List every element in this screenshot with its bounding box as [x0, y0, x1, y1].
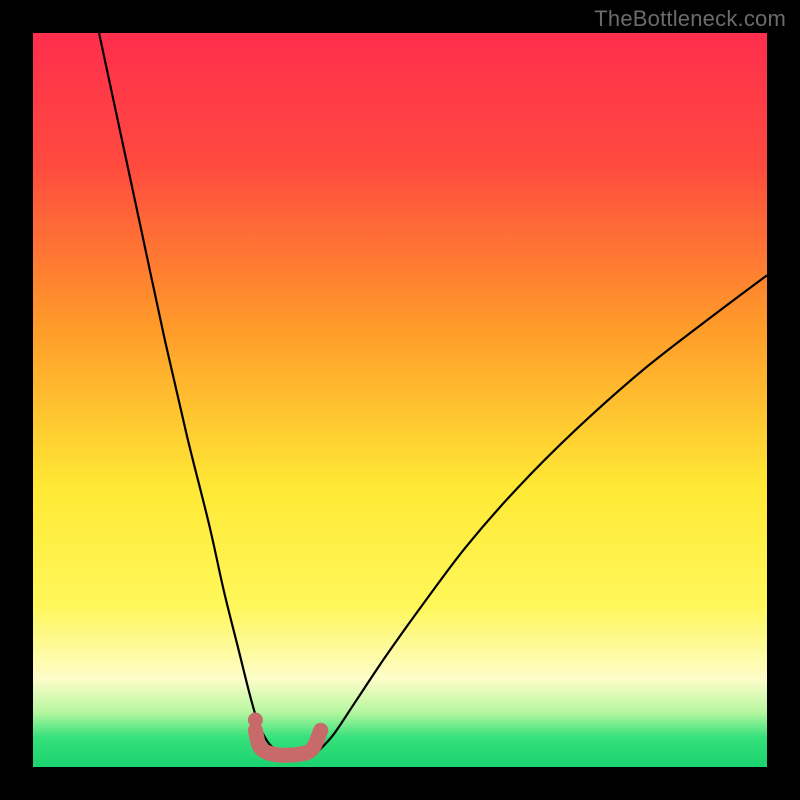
gradient-background [33, 33, 767, 767]
chart-svg [33, 33, 767, 767]
plot-area [33, 33, 767, 767]
outer-frame: TheBottleneck.com [0, 0, 800, 800]
watermark-text: TheBottleneck.com [594, 6, 786, 32]
